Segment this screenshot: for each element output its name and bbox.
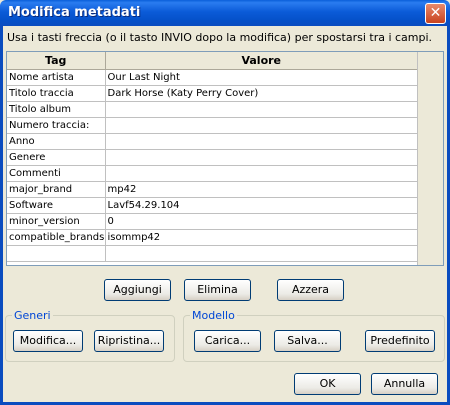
metadata-table: Tag Valore Nome artista Our Last Night Tit… <box>6 51 444 266</box>
table-row[interactable]: Numero traccia: <box>7 117 418 134</box>
edit-genres-button[interactable]: Modifica... <box>13 330 83 352</box>
table-row[interactable]: Nome artista Our Last Night <box>7 69 418 86</box>
default-template-button[interactable]: Predefinito <box>365 330 435 352</box>
value-cell[interactable]: 0 <box>105 213 418 230</box>
delete-button[interactable]: Elimina <box>184 279 251 301</box>
cancel-button[interactable]: Annulla <box>371 373 438 395</box>
tag-cell[interactable]: Software <box>7 197 106 214</box>
tag-cell[interactable]: Genere <box>7 149 106 166</box>
restore-genres-button[interactable]: Ripristina... <box>94 330 164 352</box>
tag-cell[interactable]: Numero traccia: <box>7 117 106 134</box>
table-row[interactable]: Genere <box>7 149 418 166</box>
table-row[interactable]: minor_version 0 <box>7 213 418 230</box>
value-cell[interactable] <box>105 245 418 262</box>
tag-cell[interactable]: Commenti <box>7 165 106 182</box>
tag-cell[interactable]: Titolo album <box>7 101 106 118</box>
table-row[interactable]: Software Lavf54.29.104 <box>7 197 418 214</box>
table-row[interactable]: major_brand mp42 <box>7 181 418 198</box>
table-row[interactable] <box>7 245 418 262</box>
genres-group-label: Generi <box>12 309 53 322</box>
value-cell[interactable] <box>105 101 418 118</box>
tag-cell[interactable] <box>7 245 106 262</box>
table-row[interactable]: Anno <box>7 133 418 150</box>
add-button[interactable]: Aggiungi <box>104 279 171 301</box>
value-cell[interactable]: Lavf54.29.104 <box>105 197 418 214</box>
table-row[interactable]: Titolo album <box>7 101 418 118</box>
tag-cell[interactable]: compatible_brands <box>7 229 106 246</box>
template-group-label: Modello <box>190 309 237 322</box>
table-gutter <box>417 52 443 265</box>
tag-cell[interactable]: Titolo traccia <box>7 85 106 102</box>
value-cell[interactable]: isommp42 <box>105 229 418 246</box>
ok-button[interactable]: OK <box>294 373 361 395</box>
column-header-value[interactable]: Valore <box>105 52 418 70</box>
tag-cell[interactable]: Nome artista <box>7 69 106 86</box>
value-cell[interactable] <box>105 165 418 182</box>
value-cell[interactable]: mp42 <box>105 181 418 198</box>
save-template-button[interactable]: Salva... <box>274 330 341 352</box>
close-icon: ✕ <box>429 5 442 21</box>
value-cell[interactable] <box>105 149 418 166</box>
tag-cell[interactable]: minor_version <box>7 213 106 230</box>
instruction-text: Usa i tasti freccia (o il tasto INVIO do… <box>7 31 433 44</box>
value-cell[interactable] <box>105 117 418 134</box>
value-cell[interactable] <box>105 133 418 150</box>
table-row[interactable]: compatible_brands isommp42 <box>7 229 418 246</box>
table-row[interactable]: Commenti <box>7 165 418 182</box>
window-title: Modifica metadati <box>8 5 141 20</box>
load-template-button[interactable]: Carica... <box>194 330 261 352</box>
value-cell[interactable]: Dark Horse (Katy Perry Cover) <box>105 85 418 102</box>
close-button[interactable]: ✕ <box>425 3 446 24</box>
tag-cell[interactable]: Anno <box>7 133 106 150</box>
value-cell[interactable]: Our Last Night <box>105 69 418 86</box>
clear-button[interactable]: Azzera <box>277 279 344 301</box>
table-row[interactable]: Titolo traccia Dark Horse (Katy Perry Cov… <box>7 85 418 102</box>
tag-cell[interactable]: major_brand <box>7 181 106 198</box>
title-bar: Modifica metadati ✕ <box>0 0 450 26</box>
column-header-tag[interactable]: Tag <box>7 52 106 70</box>
